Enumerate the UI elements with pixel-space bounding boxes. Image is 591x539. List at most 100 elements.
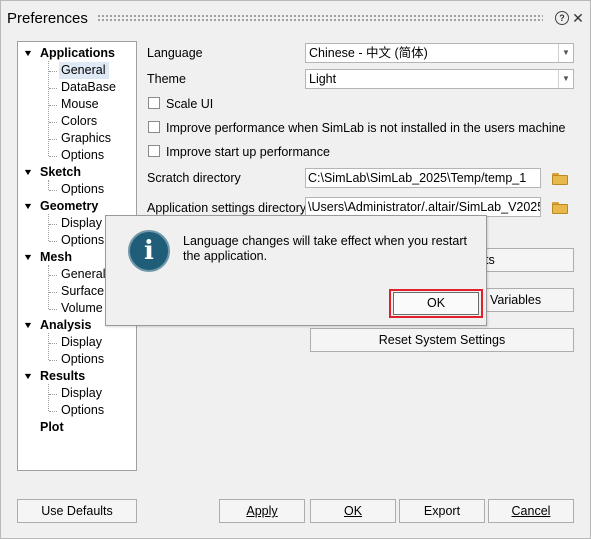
- tree-item-database[interactable]: DataBase: [59, 79, 120, 96]
- tree-label: General: [61, 63, 106, 77]
- tree-item-options[interactable]: Options: [59, 351, 108, 368]
- tree-label: Mesh: [40, 250, 72, 264]
- tree-connector: [48, 180, 49, 190]
- theme-combo[interactable]: Light ▼: [305, 69, 574, 89]
- folder-icon[interactable]: [552, 173, 568, 185]
- tree-label: DataBase: [61, 80, 116, 94]
- preferences-window: Preferences ? ✕ ▼ Applications General Data…: [0, 0, 591, 539]
- tree-label: Mouse: [61, 97, 99, 111]
- tree-label: Results: [40, 369, 86, 383]
- language-combo[interactable]: Chinese - 中文 (简体) ▼: [305, 43, 574, 63]
- tree-category-plot[interactable]: Plot: [40, 419, 64, 436]
- tree-connector: [49, 88, 57, 89]
- tree-label: Display: [61, 216, 102, 230]
- tree-connector: [48, 265, 49, 309]
- language-value: Chinese - 中文 (简体): [309, 46, 428, 60]
- app-settings-directory-field[interactable]: \Users\Administrator/.altair/SimLab_V202…: [305, 197, 541, 217]
- improve-performance-label: Improve performance when SimLab is not i…: [166, 121, 566, 135]
- cancel-button[interactable]: Cancel: [488, 499, 574, 523]
- tree-connector: [49, 224, 57, 225]
- tree-connector: [49, 105, 57, 106]
- expand-caret-icon[interactable]: ▼: [21, 164, 35, 181]
- tree-item-graphics[interactable]: Graphics: [59, 130, 115, 147]
- environment-variables-label: t Variables: [483, 293, 542, 307]
- tree-connector: [49, 394, 57, 395]
- tree-category-analysis[interactable]: ▼ Analysis: [23, 317, 92, 334]
- scratch-directory-label: Scratch directory: [147, 171, 241, 185]
- tree-label: Volume: [61, 301, 103, 315]
- tree-item-options[interactable]: Options: [59, 402, 108, 419]
- tree-item-volume[interactable]: Volume: [59, 300, 107, 317]
- improve-performance-checkbox[interactable]: [148, 121, 160, 133]
- tree-connector: [49, 241, 57, 242]
- tree-label: Applications: [40, 46, 116, 60]
- cancel-label: Cancel: [511, 504, 551, 518]
- tree-label: Options: [61, 352, 105, 366]
- tree-item-colors[interactable]: Colors: [59, 113, 101, 130]
- tree-item-mouse[interactable]: Mouse: [59, 96, 103, 113]
- theme-value: Light: [309, 72, 337, 86]
- use-defaults-button[interactable]: Use Defaults: [17, 499, 137, 523]
- expand-caret-icon[interactable]: ▼: [21, 368, 35, 385]
- tree-category-geometry[interactable]: ▼ Geometry: [23, 198, 99, 215]
- ok-button[interactable]: OK: [310, 499, 396, 523]
- tree-item-options[interactable]: Options: [59, 181, 108, 198]
- expand-caret-icon[interactable]: ▼: [21, 198, 35, 215]
- tree-label: Geometry: [40, 199, 99, 213]
- expand-caret-icon[interactable]: ▼: [21, 249, 35, 266]
- tree-category-sketch[interactable]: ▼ Sketch: [23, 164, 81, 181]
- reset-system-settings-button[interactable]: Reset System Settings: [310, 328, 574, 352]
- tree-connector: [49, 360, 57, 361]
- tree-connector: [49, 292, 57, 293]
- chevron-down-icon[interactable]: ▼: [558, 70, 573, 88]
- tree-label: General: [61, 267, 106, 281]
- tree-item-surface[interactable]: Surface: [59, 283, 108, 300]
- tree-label: Options: [61, 182, 105, 196]
- help-icon[interactable]: ?: [555, 11, 569, 25]
- tree-connector: [49, 122, 57, 123]
- expand-caret-icon[interactable]: ▼: [21, 45, 35, 62]
- tree-item-general[interactable]: General: [59, 266, 109, 283]
- drag-grip[interactable]: [97, 14, 543, 22]
- close-icon[interactable]: ✕: [571, 11, 585, 25]
- tree-label: Display: [61, 335, 102, 349]
- folder-icon[interactable]: [552, 202, 568, 214]
- tree-connector: [49, 156, 57, 157]
- scratch-directory-field[interactable]: C:\SimLab\SimLab_2025\Temp/temp_1: [305, 168, 541, 188]
- tree-connector: [49, 411, 57, 412]
- tree-label: Surface: [61, 284, 105, 298]
- export-button[interactable]: Export: [399, 499, 485, 523]
- expand-caret-icon[interactable]: ▼: [21, 317, 35, 334]
- tree-category-results[interactable]: ▼ Results: [23, 368, 86, 385]
- tree-label: Analysis: [40, 318, 92, 332]
- tree-item-options[interactable]: Options: [59, 232, 108, 249]
- dialog-ok-button[interactable]: OK: [393, 292, 479, 315]
- tree-label: Display: [61, 386, 102, 400]
- tree-category-mesh[interactable]: ▼ Mesh: [23, 249, 72, 266]
- chevron-down-icon[interactable]: ▼: [558, 44, 573, 62]
- ok-label: OK: [343, 504, 363, 518]
- tree-connector: [49, 139, 57, 140]
- tree-connector: [49, 190, 57, 191]
- tree-item-display[interactable]: Display: [59, 385, 106, 402]
- tree-connector: [49, 71, 57, 72]
- tree-category-applications[interactable]: ▼ Applications: [23, 45, 116, 62]
- scale-ui-checkbox[interactable]: [148, 97, 160, 109]
- tree-connector: [48, 61, 49, 156]
- tree-item-options[interactable]: Options: [59, 147, 108, 164]
- tree-connector: [48, 333, 49, 360]
- tree-connector: [49, 275, 57, 276]
- tree-connector: [48, 214, 49, 241]
- improve-startup-checkbox[interactable]: [148, 145, 160, 157]
- tree-label: Options: [61, 403, 105, 417]
- theme-label: Theme: [147, 72, 186, 86]
- scale-ui-label: Scale UI: [166, 97, 214, 111]
- title-bar[interactable]: Preferences ? ✕: [1, 1, 590, 37]
- tree-item-display[interactable]: Display: [59, 215, 106, 232]
- tree-item-general[interactable]: General: [59, 62, 110, 79]
- tree-item-display[interactable]: Display: [59, 334, 106, 351]
- language-label: Language: [147, 46, 203, 60]
- apply-button[interactable]: Apply: [219, 499, 305, 523]
- improve-startup-label: Improve start up performance: [166, 145, 330, 159]
- tree-connector: [49, 309, 57, 310]
